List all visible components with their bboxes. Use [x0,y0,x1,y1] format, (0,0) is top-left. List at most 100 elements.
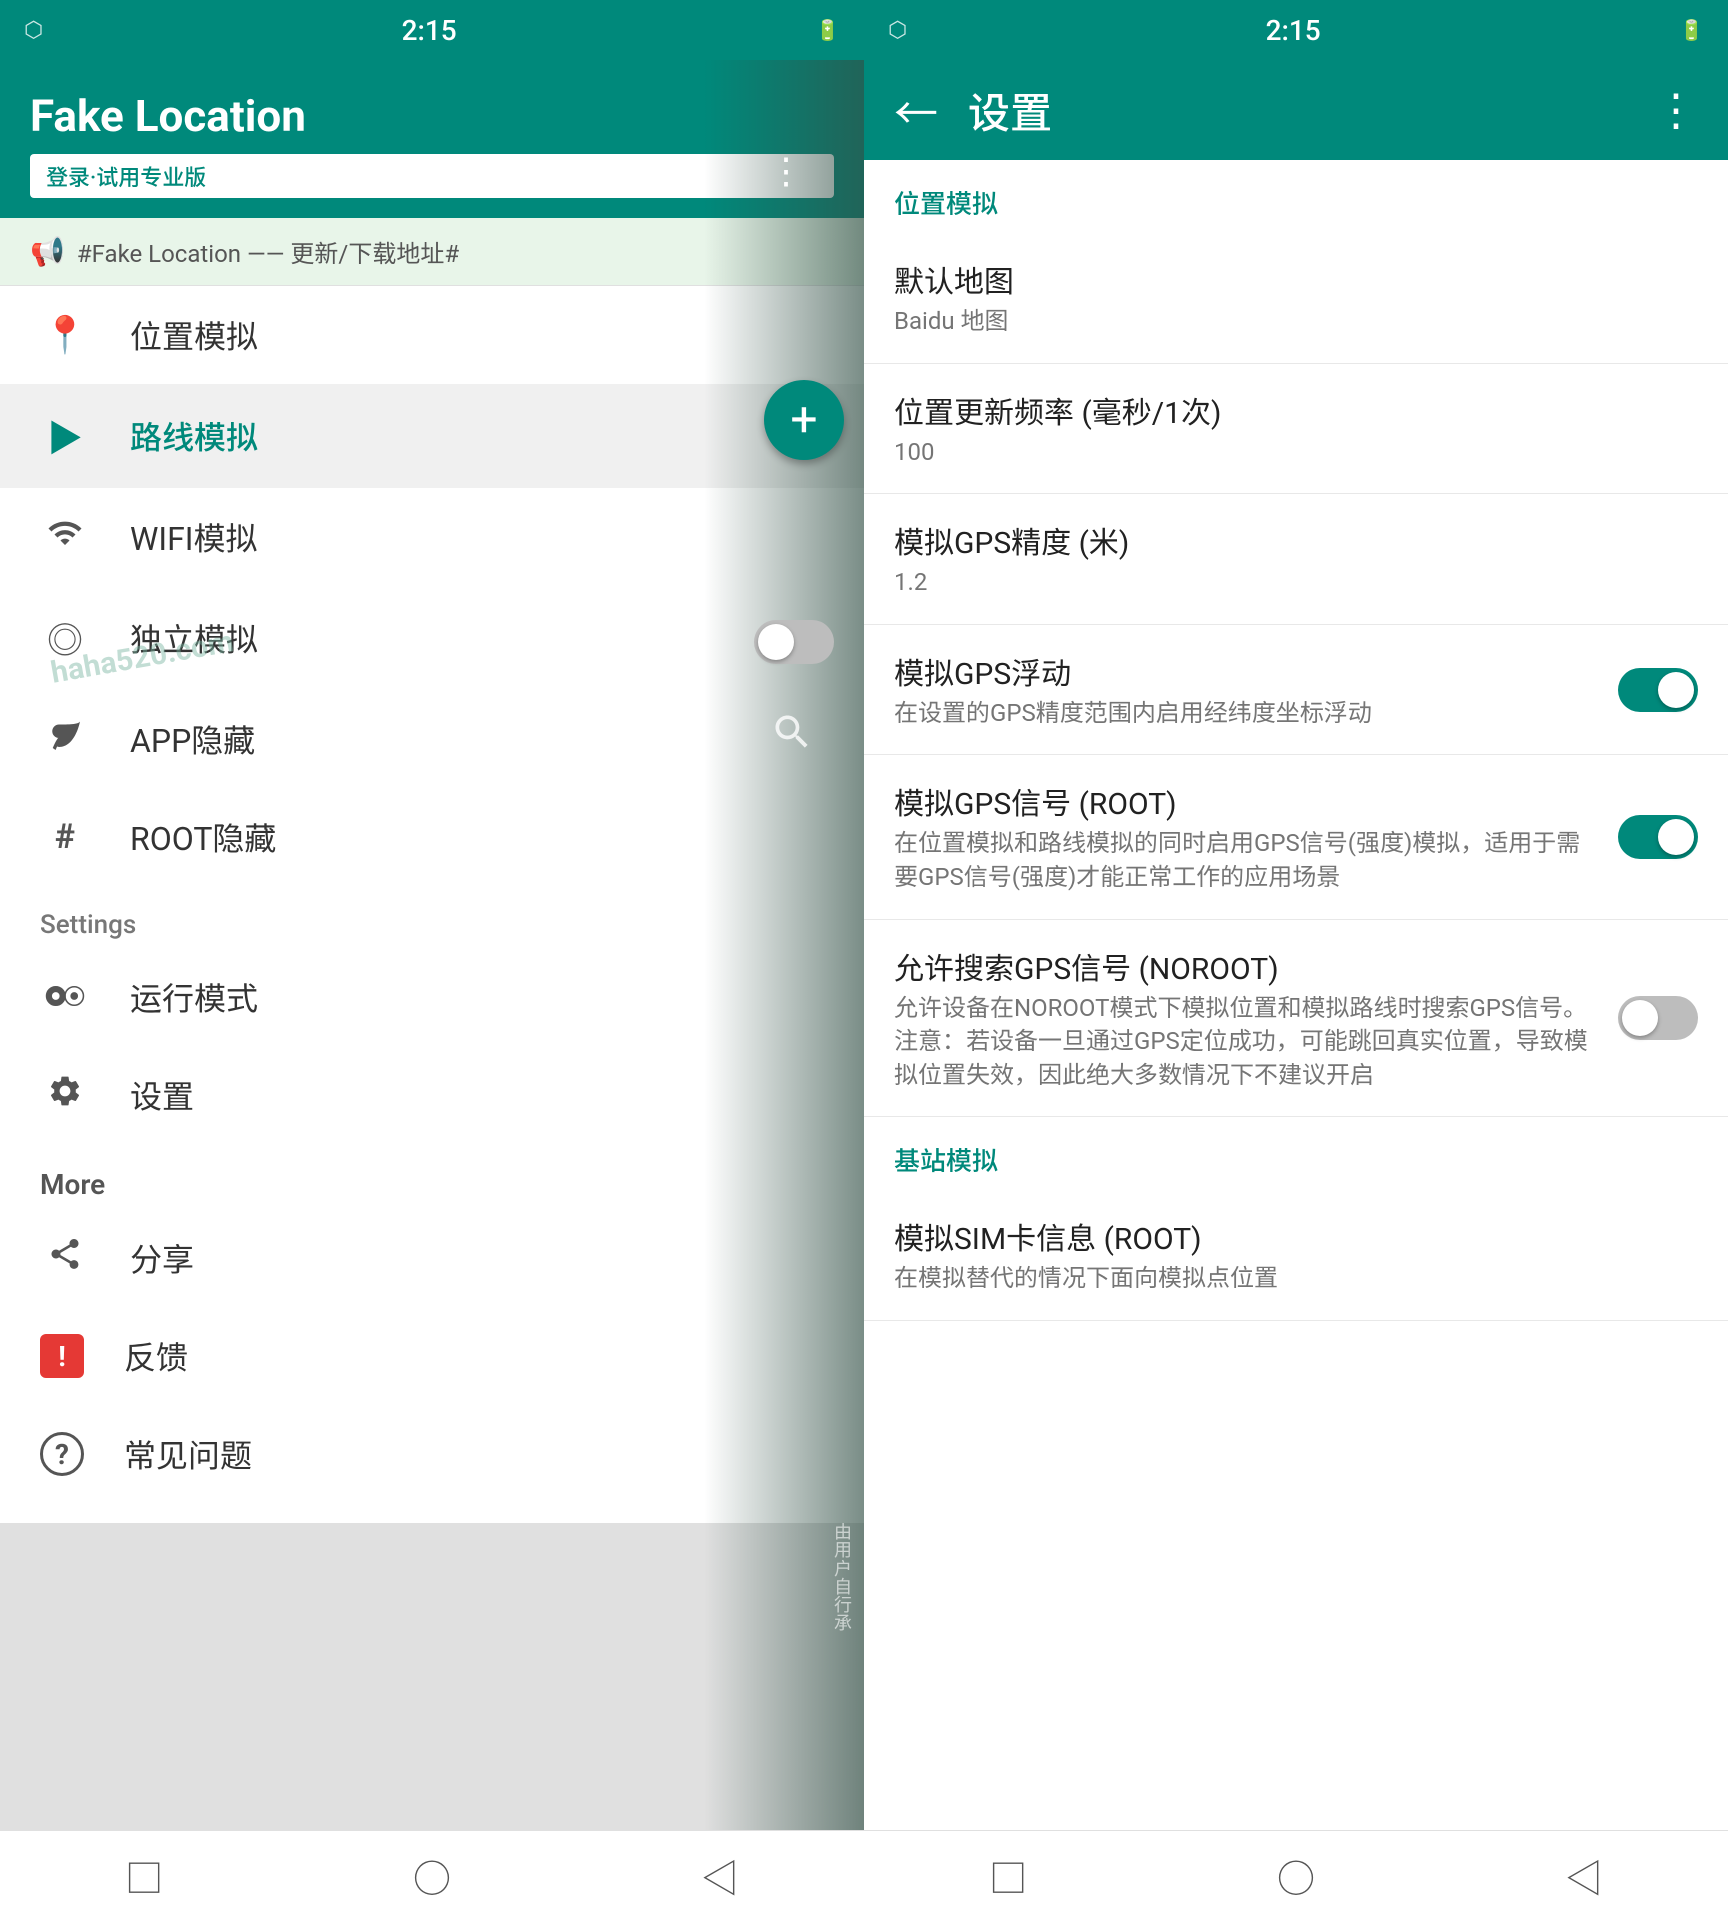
share-icon [40,1236,90,1281]
gps-accuracy-subtitle: 1.2 [894,566,1678,600]
right-nav-back[interactable]: ◁ [1535,1838,1633,1913]
sim-card-subtitle: 在模拟替代的情况下面向模拟点位置 [894,1262,1678,1296]
settings-section-header: Settings [0,886,864,948]
settings-page-title: 设置 [968,80,1052,141]
sidebar-item-wifi[interactable]: WIFI模拟 [0,488,864,586]
search-gps-toggle[interactable] [1618,996,1698,1040]
notification-text: #Fake Location —— 更新/下载地址# [77,234,459,269]
sidebar-item-app-hide[interactable]: APP隐藏 [0,690,864,788]
app-hide-icon [40,717,90,762]
sidebar-item-run-mode[interactable]: 运行模式 [0,948,864,1046]
gps-signal-subtitle: 在位置模拟和路线模拟的同时启用GPS信号(强度)模拟，适用于需要GPS信号(强度… [894,827,1598,894]
location-icon: 📍 [40,314,90,356]
sidebar-item-share[interactable]: 分享 [0,1209,864,1307]
route-icon: ▶ [40,410,90,462]
app-title: Fake Location [30,90,834,142]
login-badge[interactable]: 登录·试用专业版 [30,154,834,198]
fab-add-button[interactable]: + [764,380,844,460]
sidebar-item-label-standalone: 独立模拟 [130,615,258,661]
search-gps-subtitle: 允许设备在NOROOT模式下模拟位置和模拟路线时搜索GPS信号。注意：若设备一旦… [894,992,1598,1093]
default-map-subtitle: Baidu 地图 [894,305,1678,339]
right-header-menu[interactable]: ⋮ [1654,84,1698,136]
gps-accuracy-title: 模拟GPS精度 (米) [894,518,1678,562]
left-nav-circle[interactable]: ○ [383,1838,481,1913]
sidebar-item-label-feedback: 反馈 [124,1333,188,1379]
gps-float-text: 模拟GPS浮动 在设置的GPS精度范围内启用经纬度坐标浮动 [894,649,1618,731]
faq-icon: ? [40,1432,84,1476]
search-icon[interactable] [770,710,814,764]
settings-item-default-map[interactable]: 默认地图 Baidu 地图 [864,233,1728,364]
settings-item-gps-accuracy[interactable]: 模拟GPS精度 (米) 1.2 [864,494,1728,625]
overlay-toggle[interactable] [754,620,834,664]
sidebar-item-location[interactable]: 📍 位置模拟 [0,286,864,384]
settings-nav-icon [40,1073,90,1118]
overlay-text: 由用户自行承 [714,1522,854,1630]
sidebar-item-label-run-mode: 运行模式 [130,974,258,1020]
right-status-time: 2:15 [1266,14,1321,47]
bottom-nav-row: □ ○ ◁ □ ○ ◁ [0,1830,1728,1920]
sidebar-item-label-route: 路线模拟 [130,413,258,459]
nav-section: 📍 位置模拟 ▶ 路线模拟 WIFI模拟 ◎ 独立模拟 [0,286,864,1523]
sidebar-item-root-hide[interactable]: # ROOT隐藏 [0,788,864,886]
sidebar-item-faq[interactable]: ? 常见问题 [0,1405,864,1503]
settings-item-gps-float[interactable]: 模拟GPS浮动 在设置的GPS精度范围内启用经纬度坐标浮动 [864,625,1728,756]
root-hide-icon: # [40,817,90,857]
sim-card-title: 模拟SIM卡信息 (ROOT) [894,1214,1678,1258]
run-mode-icon [40,976,90,1018]
sidebar-item-route[interactable]: ▶ 路线模拟 [0,384,864,488]
update-freq-text: 位置更新频率 (毫秒/1次) 100 [894,388,1698,470]
default-map-text: 默认地图 Baidu 地图 [894,257,1698,339]
settings-item-update-freq[interactable]: 位置更新频率 (毫秒/1次) 100 [864,364,1728,495]
right-nav-square[interactable]: □ [959,1838,1057,1913]
sidebar-item-label-location: 位置模拟 [130,312,258,358]
sidebar-item-label-wifi: WIFI模拟 [130,514,258,560]
left-panel: Fake Location 登录·试用专业版 📢 #Fake Location … [0,60,864,1523]
gps-float-title: 模拟GPS浮动 [894,649,1598,693]
right-bottom-nav: □ ○ ◁ [864,1830,1728,1920]
right-panel: ← 设置 ⋮ 位置模拟 默认地图 Baidu 地图 位置更新频率 (毫秒/1次)… [864,60,1728,1830]
right-status-icon: ⬡ [888,18,907,43]
right-battery-icon: 🔋 [1679,18,1704,42]
sidebar-item-settings[interactable]: 设置 [0,1046,864,1144]
sim-card-text: 模拟SIM卡信息 (ROOT) 在模拟替代的情况下面向模拟点位置 [894,1214,1698,1296]
gps-float-subtitle: 在设置的GPS精度范围内启用经纬度坐标浮动 [894,697,1598,731]
left-nav-back[interactable]: ◁ [671,1838,769,1913]
search-gps-title: 允许搜索GPS信号 (NOROOT) [894,944,1598,988]
wifi-icon [40,515,90,560]
gps-signal-toggle[interactable] [1618,815,1698,859]
left-nav-square[interactable]: □ [95,1838,193,1913]
back-button[interactable]: ← [894,78,938,142]
update-freq-title: 位置更新频率 (毫秒/1次) [894,388,1678,432]
left-panel-wrapper: Fake Location 登录·试用专业版 📢 #Fake Location … [0,60,864,1830]
sidebar-item-feedback[interactable]: ! 反馈 [0,1307,864,1405]
right-header: ← 设置 ⋮ [864,60,1728,160]
more-section-header: More [0,1144,864,1209]
settings-item-sim-card[interactable]: 模拟SIM卡信息 (ROOT) 在模拟替代的情况下面向模拟点位置 [864,1190,1728,1321]
base-station-sim-header: 基站模拟 [864,1117,1728,1190]
sidebar-item-label-root-hide: ROOT隐藏 [130,814,276,860]
sidebar-item-label-share: 分享 [130,1235,194,1281]
gps-float-toggle[interactable] [1618,668,1698,712]
settings-item-search-gps[interactable]: 允许搜索GPS信号 (NOROOT) 允许设备在NOROOT模式下模拟位置和模拟… [864,920,1728,1118]
feedback-icon: ! [40,1334,84,1378]
left-bottom-nav: □ ○ ◁ [0,1830,864,1920]
location-sim-header: 位置模拟 [864,160,1728,233]
gps-signal-title: 模拟GPS信号 (ROOT) [894,779,1598,823]
main-content: Fake Location 登录·试用专业版 📢 #Fake Location … [0,60,1728,1830]
three-dots-menu[interactable]: ⋮ [768,150,804,192]
left-battery-icon: 🔋 [815,18,840,42]
left-status-time: 2:15 [402,14,457,47]
update-freq-subtitle: 100 [894,436,1678,470]
settings-item-gps-signal[interactable]: 模拟GPS信号 (ROOT) 在位置模拟和路线模拟的同时启用GPS信号(强度)模… [864,755,1728,919]
notification-bar: 📢 #Fake Location —— 更新/下载地址# [0,218,864,286]
sidebar-item-label-settings: 设置 [130,1072,194,1118]
gps-accuracy-text: 模拟GPS精度 (米) 1.2 [894,518,1698,600]
sidebar-item-label-faq: 常见问题 [124,1431,252,1477]
left-status-icon: ⬡ [24,18,43,43]
gps-signal-text: 模拟GPS信号 (ROOT) 在位置模拟和路线模拟的同时启用GPS信号(强度)模… [894,779,1618,894]
status-bar-row: ⬡ 2:15 🔋 ⬡ 2:15 🔋 [0,0,1728,60]
notification-icon: 📢 [30,235,65,268]
right-nav-circle[interactable]: ○ [1247,1838,1345,1913]
standalone-icon: ◎ [40,612,90,664]
sidebar-item-standalone[interactable]: ◎ 独立模拟 [0,586,864,690]
